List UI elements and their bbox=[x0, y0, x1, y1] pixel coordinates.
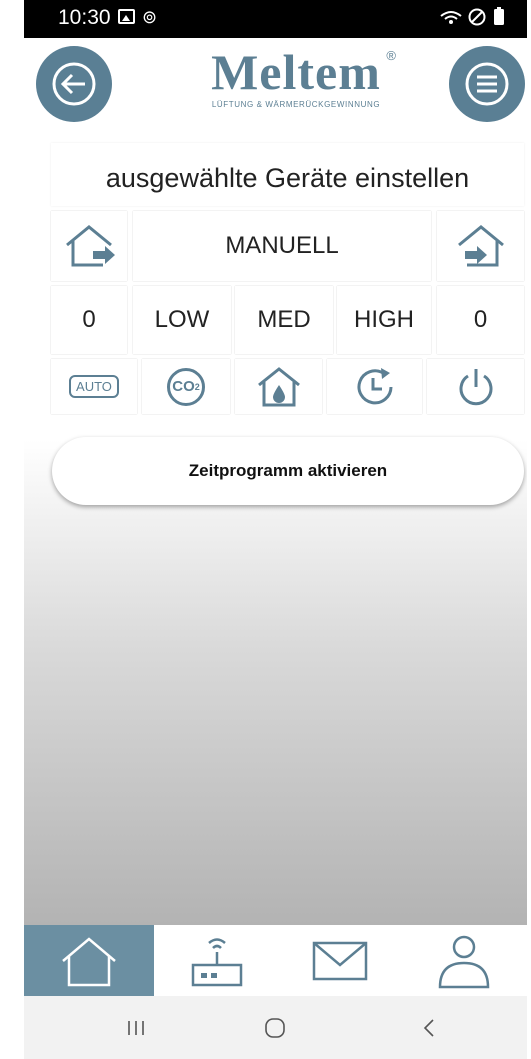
activate-schedule-button[interactable]: Zeitprogramm aktivieren bbox=[52, 437, 524, 505]
level-med-button[interactable]: MED bbox=[235, 286, 333, 354]
timer-button[interactable] bbox=[327, 359, 422, 414]
logo-word: Meltem bbox=[211, 44, 381, 100]
status-bar: 10:30 ⊚ bbox=[24, 0, 527, 38]
recent-apps-button[interactable] bbox=[106, 996, 166, 1059]
auto-button[interactable]: AUTO bbox=[51, 359, 137, 414]
system-navigation-bar bbox=[24, 996, 527, 1059]
user-icon bbox=[438, 935, 489, 988]
humidity-button[interactable] bbox=[235, 359, 322, 414]
status-time: 10:30 bbox=[58, 6, 111, 29]
mode-label: MANUELL bbox=[133, 211, 431, 281]
app-screen: 10:30 ⊚ Meltem ® LÜFTUNG & WÄRMERÜCKGEWI… bbox=[24, 0, 527, 1059]
co2-button[interactable]: CO 2 bbox=[142, 359, 230, 414]
gallery-icon bbox=[118, 9, 135, 24]
status-icons bbox=[439, 6, 509, 33]
auto-icon: AUTO bbox=[69, 375, 119, 398]
tab-home[interactable] bbox=[24, 925, 154, 996]
sync-icon: ⊚ bbox=[142, 7, 158, 27]
meltem-logo: Meltem ® LÜFTUNG & WÄRMERÜCKGEWINNUNG bbox=[180, 46, 412, 116]
back-button[interactable] bbox=[36, 46, 112, 122]
system-back-button[interactable] bbox=[399, 996, 459, 1059]
co2-subscript: 2 bbox=[194, 381, 200, 392]
home-icon bbox=[62, 936, 116, 986]
bottom-tab-bar bbox=[24, 925, 527, 996]
recent-apps-icon bbox=[128, 1020, 144, 1035]
exhaust-cell[interactable] bbox=[51, 211, 127, 281]
level-low-button[interactable]: LOW bbox=[133, 286, 231, 354]
house-exhaust-icon bbox=[66, 225, 115, 267]
power-button[interactable] bbox=[427, 359, 524, 414]
home-system-button[interactable] bbox=[245, 996, 305, 1059]
home-system-icon bbox=[265, 1017, 285, 1038]
tab-devices[interactable] bbox=[154, 925, 280, 996]
arrow-left-icon bbox=[52, 62, 96, 106]
hamburger-icon bbox=[465, 62, 509, 106]
panel-title: ausgewählte Geräte einstellen bbox=[51, 143, 524, 206]
router-icon bbox=[191, 937, 243, 986]
co2-label: CO bbox=[172, 378, 195, 395]
chevron-left-icon bbox=[423, 1018, 434, 1037]
mail-icon bbox=[312, 941, 368, 980]
menu-button[interactable] bbox=[449, 46, 525, 122]
co2-icon: CO 2 bbox=[167, 367, 205, 406]
supply-cell[interactable] bbox=[437, 211, 524, 281]
logo-registered: ® bbox=[386, 48, 396, 63]
house-humidity-icon bbox=[257, 366, 300, 406]
logo-subtitle: LÜFTUNG & WÄRMERÜCKGEWINNUNG bbox=[211, 100, 381, 109]
clock-refresh-icon bbox=[357, 367, 392, 404]
tab-profile[interactable] bbox=[400, 925, 527, 996]
level-high-button[interactable]: HIGH bbox=[337, 286, 431, 354]
supply-value: 0 bbox=[437, 286, 524, 354]
tab-messages[interactable] bbox=[280, 925, 400, 996]
house-supply-icon bbox=[457, 225, 504, 267]
exhaust-value: 0 bbox=[51, 286, 127, 354]
power-icon bbox=[459, 368, 492, 405]
